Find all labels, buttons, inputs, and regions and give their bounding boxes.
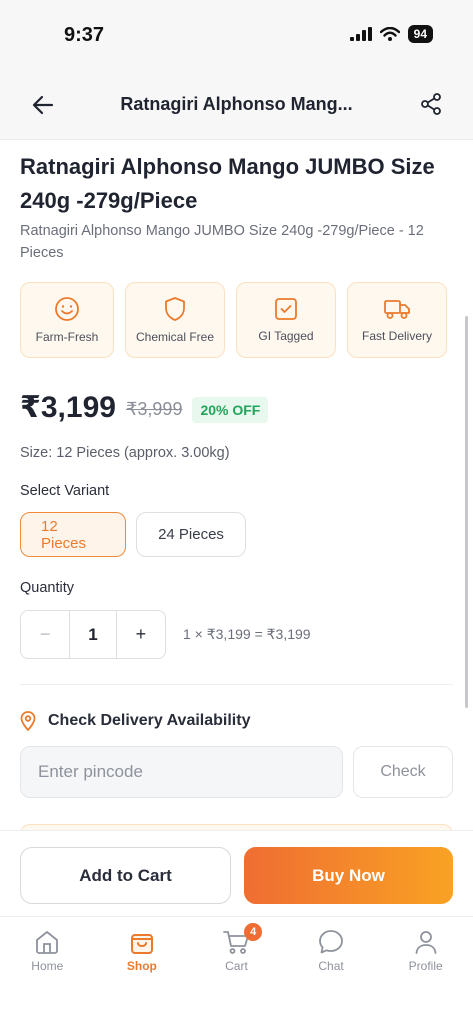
status-bar: 9:37 94: [0, 0, 473, 70]
app-header: Ratnagiri Alphonso Mang...: [0, 70, 473, 140]
tab-label: Chat: [318, 959, 344, 973]
quantity-increase-button[interactable]: +: [117, 611, 165, 658]
quantity-total: 1 × ₹3,199 = ₹3,199: [183, 626, 311, 642]
shopping-bag-icon: [130, 934, 153, 954]
quantity-stepper: − 1 +: [20, 610, 166, 659]
feature-chemical-free: Chemical Free: [125, 282, 225, 358]
size-info: Size: 12 Pieces (approx. 3.00kg): [20, 445, 230, 461]
product-title: Ratnagiri Alphonso Mango JUMBO Size 240g…: [20, 154, 435, 213]
discount-badge: 20% OFF: [192, 396, 269, 423]
feature-badges: Farm-Fresh Chemical Free GI Tagged Fast …: [20, 282, 447, 358]
share-icon: [421, 93, 441, 115]
battery-level: 94: [407, 25, 433, 43]
truck-icon: [384, 300, 410, 319]
smile-icon: [55, 297, 79, 321]
original-price: ₹3,999: [125, 399, 183, 419]
purchase-action-bar: Add to Cart Buy Now: [0, 830, 473, 916]
tab-label: Profile: [408, 959, 443, 973]
tab-cart[interactable]: 4 Cart: [189, 917, 284, 1024]
quantity-decrease-button[interactable]: −: [21, 611, 69, 658]
variant-12-pieces[interactable]: 12 Pieces: [20, 512, 126, 557]
feature-gi-tagged: GI Tagged: [236, 282, 336, 358]
quantity-value: 1: [69, 611, 117, 658]
delivery-title: Check Delivery Availability: [48, 712, 251, 729]
feature-farm-fresh: Farm-Fresh: [20, 282, 114, 358]
tab-home[interactable]: Home: [0, 917, 95, 1024]
scrollbar[interactable]: [465, 316, 468, 708]
tab-profile[interactable]: Profile: [378, 917, 473, 1024]
section-divider: [20, 684, 453, 685]
current-price: ₹3,199: [20, 391, 116, 424]
feature-fast-delivery: Fast Delivery: [347, 282, 447, 358]
price-row: ₹3,199 ₹3,999 20% OFF: [20, 390, 269, 425]
variant-24-pieces[interactable]: 24 Pieces: [136, 512, 246, 557]
tab-chat[interactable]: Chat: [284, 917, 379, 1024]
check-pincode-button[interactable]: Check: [353, 746, 453, 798]
arrow-left-icon: [32, 95, 54, 115]
feature-label: Farm-Fresh: [35, 330, 99, 344]
delivery-header: Check Delivery Availability: [20, 711, 250, 731]
tab-shop[interactable]: Shop: [95, 917, 190, 1024]
signal-icon: [349, 27, 372, 41]
add-to-cart-button[interactable]: Add to Cart: [20, 847, 231, 904]
bottom-tab-bar: Home Shop 4 Cart Chat Profile: [0, 916, 473, 1024]
tab-label: Shop: [126, 959, 157, 973]
tab-label: Cart: [225, 959, 248, 973]
cart-count-badge: 4: [244, 923, 263, 941]
back-button[interactable]: [28, 92, 58, 118]
status-time: 9:37: [64, 24, 105, 46]
product-detail-content[interactable]: Ratnagiri Alphonso Mango JUMBO Size 240g…: [0, 140, 473, 840]
product-subtitle: Ratnagiri Alphonso Mango JUMBO Size 240g…: [20, 223, 424, 261]
location-pin-icon: [20, 711, 36, 731]
tab-label: Home: [31, 959, 64, 973]
home-icon: [36, 931, 59, 954]
feature-label: Chemical Free: [135, 330, 215, 344]
check-box-icon: [275, 298, 297, 320]
quantity-label: Quantity: [20, 580, 74, 596]
header-title: Ratnagiri Alphonso Mang...: [120, 94, 353, 114]
feature-label: Fast Delivery: [361, 329, 432, 343]
variant-options: 12 Pieces 24 Pieces: [20, 512, 246, 557]
buy-now-button[interactable]: Buy Now: [244, 847, 453, 904]
status-icons: 94: [349, 25, 433, 43]
pincode-input[interactable]: [20, 746, 343, 798]
share-button[interactable]: [417, 90, 445, 118]
variant-label: Select Variant: [20, 483, 110, 499]
feature-label: GI Tagged: [258, 329, 314, 343]
wifi-icon: [379, 27, 400, 41]
shield-icon: [165, 297, 185, 321]
profile-icon: [415, 931, 437, 954]
chat-icon: [319, 930, 343, 954]
